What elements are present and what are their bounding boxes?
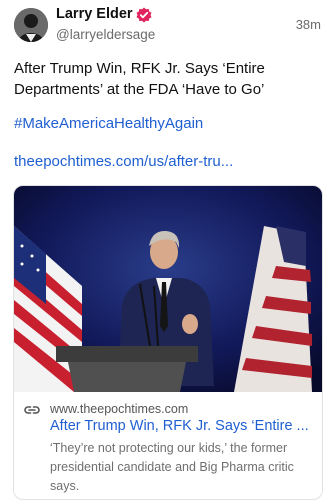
card-domain: www.theepochtimes.com — [50, 402, 189, 416]
card-image[interactable] — [14, 186, 322, 392]
hashtag-link[interactable]: #MakeAmericaHealthyAgain — [14, 115, 203, 132]
link-preview-card[interactable]: www.theepochtimes.com After Trump Win, R… — [13, 185, 323, 500]
timestamp: 38m — [295, 17, 321, 32]
verified-badge-icon — [136, 7, 152, 23]
author-name[interactable]: Larry Elder — [56, 6, 133, 22]
card-description: ‘They’re not protecting our kids,’ the f… — [50, 441, 294, 493]
post-text: After Trump Win, RFK Jr. Says ‘Entire De… — [14, 60, 265, 98]
author-handle[interactable]: @larryeldersage — [56, 27, 155, 42]
link-icon — [24, 406, 40, 414]
post: Larry Elder @larryeldersage 38m After Tr… — [0, 0, 335, 500]
avatar-image — [14, 8, 48, 42]
article-link[interactable]: theepochtimes.com/us/after-tru... — [14, 153, 233, 170]
avatar[interactable] — [14, 8, 48, 42]
card-title[interactable]: After Trump Win, RFK Jr. Says ‘Entire ..… — [50, 418, 312, 434]
